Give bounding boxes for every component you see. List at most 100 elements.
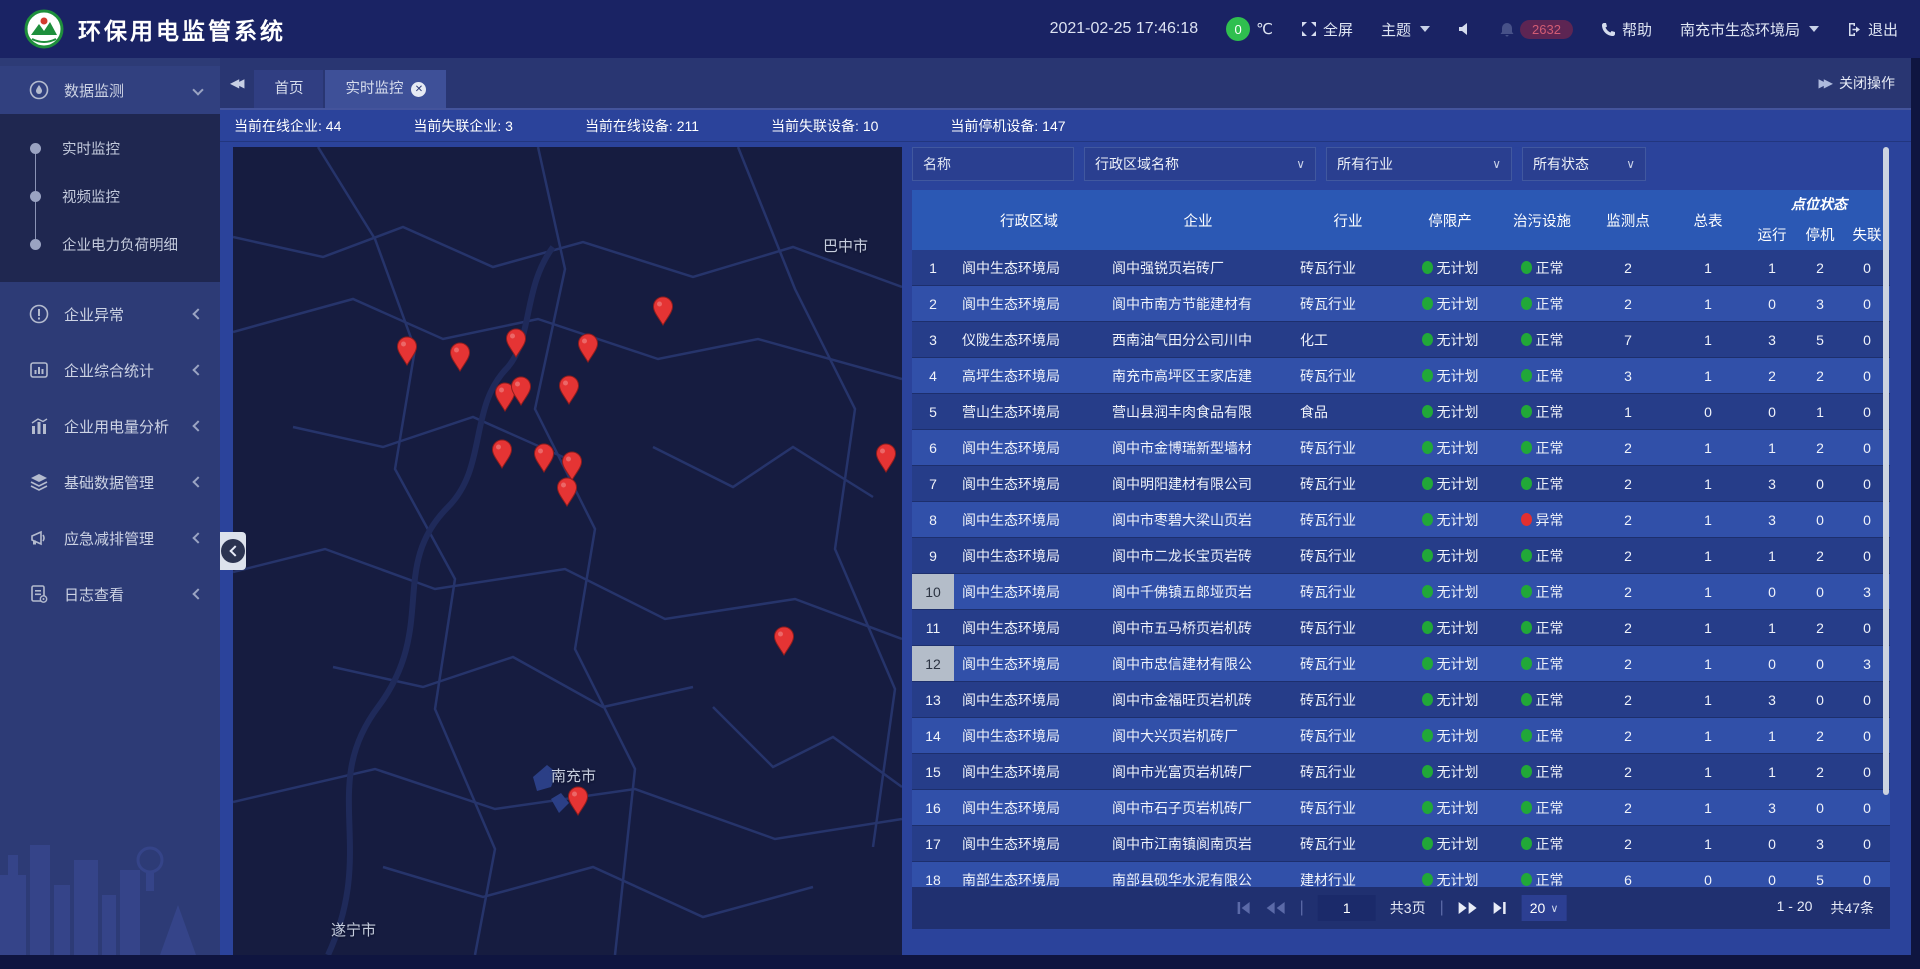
tab-0[interactable]: 首页 bbox=[254, 70, 323, 108]
prev-page-button[interactable] bbox=[1266, 901, 1286, 915]
chevron-left-icon bbox=[192, 532, 203, 543]
table-row[interactable]: 14阆中生态环境局阆中大兴页岩机砖厂砖瓦行业无计划正常21120 bbox=[912, 718, 1890, 754]
table-row[interactable]: 9阆中生态环境局阆中市二龙长宝页岩砖砖瓦行业无计划正常21120 bbox=[912, 538, 1890, 574]
chevron-left-icon bbox=[192, 308, 203, 319]
cell-facility-status: 正常 bbox=[1496, 582, 1588, 602]
region-select[interactable]: 行政区域名称 ∨ bbox=[1084, 147, 1316, 181]
sidebar-subitem-0-2[interactable]: 企业电力负荷明细 bbox=[0, 220, 220, 268]
status-select[interactable]: 所有状态 ∨ bbox=[1522, 147, 1646, 181]
last-page-button[interactable] bbox=[1492, 901, 1508, 915]
org-menu[interactable]: 南充市生态环境局 bbox=[1680, 19, 1819, 40]
map-pin-icon[interactable] bbox=[558, 375, 580, 405]
next-page-button[interactable] bbox=[1458, 901, 1478, 915]
cell-stop-status: 无计划 bbox=[1404, 474, 1496, 494]
map-pin-icon[interactable] bbox=[652, 296, 674, 326]
panel-collapse-handle[interactable] bbox=[220, 532, 246, 570]
cell-facility-status: 正常 bbox=[1496, 798, 1588, 818]
fullscreen-button[interactable]: 全屏 bbox=[1301, 19, 1353, 40]
sidebar-item-6[interactable]: 日志查看 bbox=[0, 570, 220, 618]
cell-stopped: 0 bbox=[1796, 800, 1844, 816]
table-row[interactable]: 3仪陇生态环境局西南油气田分公司川中化工无计划正常71350 bbox=[912, 322, 1890, 358]
table-body: 1阆中生态环境局阆中强锐页岩砖厂砖瓦行业无计划正常211202阆中生态环境局阆中… bbox=[912, 250, 1890, 898]
table-row[interactable]: 2阆中生态环境局阆中市南方节能建材有砖瓦行业无计划正常21030 bbox=[912, 286, 1890, 322]
sidebar-item-5[interactable]: 应急减排管理 bbox=[0, 514, 220, 562]
cell-company: 阆中强锐页岩砖厂 bbox=[1104, 258, 1292, 278]
map-pin-icon[interactable] bbox=[875, 443, 897, 473]
cell-meters: 1 bbox=[1668, 548, 1748, 564]
cell-facility-status: 正常 bbox=[1496, 834, 1588, 854]
map-pin-icon[interactable] bbox=[491, 439, 513, 469]
map-pin-icon[interactable] bbox=[773, 626, 795, 656]
tab-close-icon[interactable]: ✕ bbox=[411, 82, 426, 97]
sidebar-item-4[interactable]: 基础数据管理 bbox=[0, 458, 220, 506]
tabs-scroll-right-icon[interactable]: ▶▶ bbox=[1819, 76, 1829, 90]
table-row[interactable]: 10阆中生态环境局阆中千佛镇五郎垭页岩砖瓦行业无计划正常21003 bbox=[912, 574, 1890, 610]
cell-company: 阆中市金福旺页岩机砖 bbox=[1104, 690, 1292, 710]
tabs-scroll-left-icon[interactable]: ◀◀ bbox=[230, 76, 240, 90]
help-button[interactable]: 帮助 bbox=[1601, 19, 1652, 40]
map-view[interactable]: 巴中市南充市遂宁市 bbox=[233, 147, 902, 955]
cell-run: 1 bbox=[1748, 620, 1796, 636]
map-pin-icon[interactable] bbox=[567, 786, 589, 816]
cell-points: 2 bbox=[1588, 512, 1668, 528]
cell-stopped: 2 bbox=[1796, 548, 1844, 564]
sidebar-item-0[interactable]: 数据监测 bbox=[0, 66, 220, 114]
tab-1[interactable]: 实时监控✕ bbox=[325, 70, 446, 108]
sidebar-subitem-0-1[interactable]: 视频监控 bbox=[0, 172, 220, 220]
map-pin-icon[interactable] bbox=[577, 333, 599, 363]
status-dot-icon bbox=[1422, 549, 1433, 562]
cell-stop-status: 无计划 bbox=[1404, 330, 1496, 350]
total-pages-label: 共3页 bbox=[1390, 898, 1426, 918]
cell-stop-status: 无计划 bbox=[1404, 366, 1496, 386]
row-number: 6 bbox=[912, 430, 954, 465]
table-row[interactable]: 8阆中生态环境局阆中市枣碧大梁山页岩砖瓦行业无计划异常21300 bbox=[912, 502, 1890, 538]
page-size-select[interactable]: 20 ∨ bbox=[1522, 895, 1567, 921]
theme-menu[interactable]: 主题 bbox=[1381, 19, 1430, 40]
sidebar-item-3[interactable]: 企业用电量分析 bbox=[0, 402, 220, 450]
status-dot-icon bbox=[1521, 441, 1532, 454]
map-pin-icon[interactable] bbox=[533, 443, 555, 473]
table-row[interactable]: 7阆中生态环境局阆中明阳建材有限公司砖瓦行业无计划正常21300 bbox=[912, 466, 1890, 502]
map-pin-icon[interactable] bbox=[510, 376, 532, 406]
cell-stopped: 2 bbox=[1796, 764, 1844, 780]
map-pin-icon[interactable] bbox=[449, 342, 471, 372]
table-row[interactable]: 16阆中生态环境局阆中市石子页岩机砖厂砖瓦行业无计划正常21300 bbox=[912, 790, 1890, 826]
table-row[interactable]: 13阆中生态环境局阆中市金福旺页岩机砖砖瓦行业无计划正常21300 bbox=[912, 682, 1890, 718]
table-row[interactable]: 5营山生态环境局营山县润丰肉食品有限食品无计划正常10010 bbox=[912, 394, 1890, 430]
table-row[interactable]: 17阆中生态环境局阆中市江南镇阆南页岩砖瓦行业无计划正常21030 bbox=[912, 826, 1890, 862]
map-pin-icon[interactable] bbox=[556, 477, 578, 507]
cell-industry: 砖瓦行业 bbox=[1292, 546, 1404, 566]
close-operations-button[interactable]: 关闭操作 bbox=[1839, 73, 1895, 93]
mute-button[interactable] bbox=[1458, 22, 1472, 36]
table-row[interactable]: 4高坪生态环境局南充市高坪区王家店建砖瓦行业无计划正常31220 bbox=[912, 358, 1890, 394]
logout-button[interactable]: 退出 bbox=[1847, 19, 1898, 40]
cell-meters: 1 bbox=[1668, 800, 1748, 816]
sidebar-item-1[interactable]: 企业异常 bbox=[0, 290, 220, 338]
notifications[interactable]: 2632 bbox=[1500, 20, 1573, 39]
page-number-input[interactable] bbox=[1318, 895, 1376, 921]
sidebar-item-2[interactable]: 企业综合统计 bbox=[0, 346, 220, 394]
cell-industry: 砖瓦行业 bbox=[1292, 618, 1404, 638]
table-row[interactable]: 6阆中生态环境局阆中市金博瑞新型墙材砖瓦行业无计划正常21120 bbox=[912, 430, 1890, 466]
first-page-button[interactable] bbox=[1236, 901, 1252, 915]
name-search-input[interactable] bbox=[912, 147, 1074, 181]
cell-region: 阆中生态环境局 bbox=[954, 618, 1104, 638]
megaphone-icon bbox=[28, 528, 50, 548]
cell-region: 营山生态环境局 bbox=[954, 402, 1104, 422]
cell-facility-status: 正常 bbox=[1496, 762, 1588, 782]
cell-stopped: 2 bbox=[1796, 728, 1844, 744]
map-pin-icon[interactable] bbox=[505, 328, 527, 358]
map-pin-icon[interactable] bbox=[396, 336, 418, 366]
industry-select[interactable]: 所有行业 ∨ bbox=[1326, 147, 1512, 181]
chevron-down-icon bbox=[192, 84, 203, 95]
cell-meters: 1 bbox=[1668, 476, 1748, 492]
sidebar-subitem-0-0[interactable]: 实时监控 bbox=[0, 124, 220, 172]
table-row[interactable]: 15阆中生态环境局阆中市光富页岩机砖厂砖瓦行业无计划正常21120 bbox=[912, 754, 1890, 790]
table-row[interactable]: 1阆中生态环境局阆中强锐页岩砖厂砖瓦行业无计划正常21120 bbox=[912, 250, 1890, 286]
cell-region: 阆中生态环境局 bbox=[954, 762, 1104, 782]
table-scrollbar[interactable] bbox=[1883, 147, 1889, 795]
table-row[interactable]: 12阆中生态环境局阆中市忠信建材有限公砖瓦行业无计划正常21003 bbox=[912, 646, 1890, 682]
cell-stopped: 0 bbox=[1796, 476, 1844, 492]
cell-run: 0 bbox=[1748, 656, 1796, 672]
table-row[interactable]: 11阆中生态环境局阆中市五马桥页岩机砖砖瓦行业无计划正常21120 bbox=[912, 610, 1890, 646]
